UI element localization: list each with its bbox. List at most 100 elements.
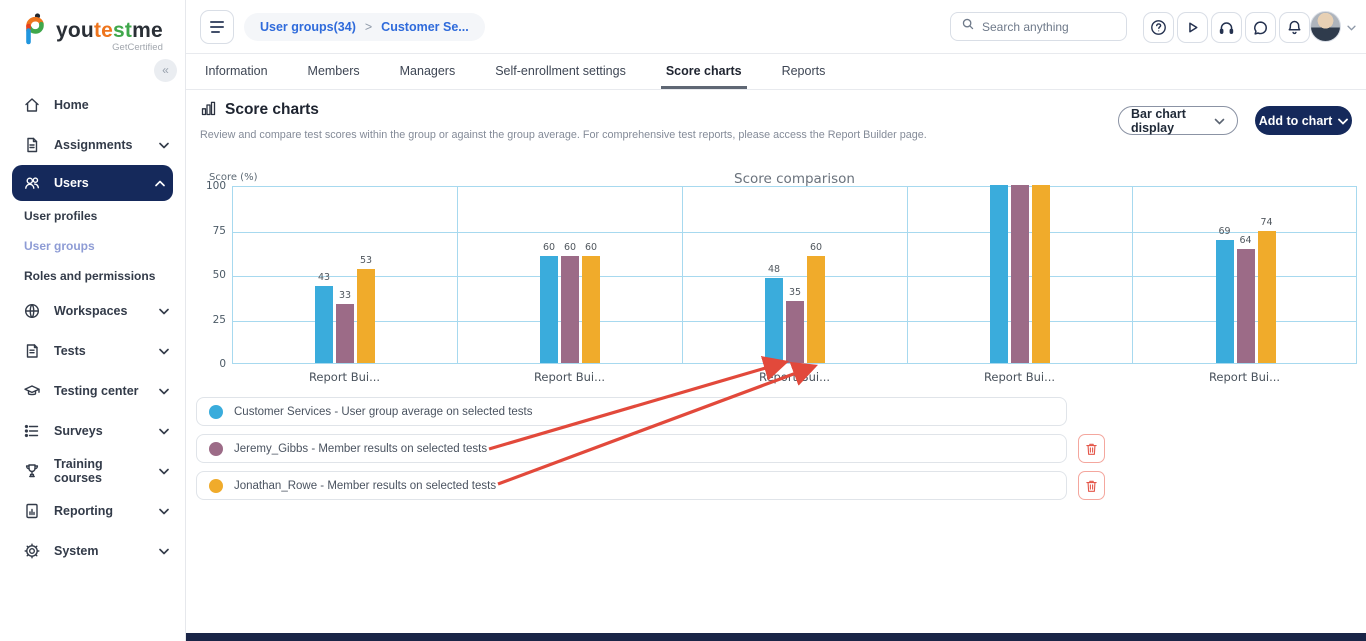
- chevron-down-icon: [159, 388, 169, 395]
- chart-bar[interactable]: [1258, 231, 1276, 363]
- search-input[interactable]: [982, 20, 1112, 34]
- breadcrumb-current-group[interactable]: Customer Se...: [381, 20, 469, 34]
- category-label: Report Bui...: [682, 370, 907, 384]
- bar-group: 43: [315, 272, 333, 363]
- page-title: Score charts: [225, 101, 319, 119]
- tab-information[interactable]: Information: [200, 54, 273, 89]
- chart-bar[interactable]: [1237, 249, 1255, 363]
- legend-item[interactable]: Jeremy_Gibbs - Member results on selecte…: [196, 434, 1067, 463]
- collapse-sidebar-button[interactable]: «: [154, 59, 177, 82]
- chart-bar[interactable]: [357, 269, 375, 363]
- bar-group: 35: [786, 287, 804, 363]
- legend-item[interactable]: Jonathan_Rowe - Member results on select…: [196, 471, 1067, 500]
- bar-value-label: 74: [1260, 217, 1272, 228]
- sidebar-item-user-groups[interactable]: User groups: [0, 231, 185, 261]
- bar-value-label: 43: [318, 272, 330, 283]
- brand-tagline: GetCertified: [56, 42, 163, 53]
- support-icon: [1218, 19, 1235, 36]
- chevron-down-icon: [159, 428, 169, 435]
- chat-button[interactable]: [1245, 12, 1276, 43]
- users-icon: [23, 174, 41, 192]
- tab-bar: Information Members Managers Self-enrollmen…: [186, 54, 1366, 90]
- hamburger-icon: [210, 21, 224, 23]
- bar-group: 53: [357, 255, 375, 363]
- chart-bar[interactable]: [807, 256, 825, 363]
- search-icon: [961, 17, 975, 36]
- tab-self-enrollment-settings[interactable]: Self-enrollment settings: [490, 54, 631, 89]
- chart-bar[interactable]: [786, 301, 804, 363]
- notifications-button[interactable]: [1279, 12, 1310, 43]
- legend-entry: Customer Services - User group average o…: [196, 397, 1106, 426]
- sidebar-item-home[interactable]: Home: [0, 85, 185, 125]
- chart-display-select[interactable]: Bar chart display: [1118, 106, 1238, 135]
- chevron-down-icon: [159, 142, 169, 149]
- legend-item[interactable]: Customer Services - User group average o…: [196, 397, 1067, 426]
- series-color-dot: [209, 405, 223, 419]
- sidebar-item-reporting[interactable]: Reporting: [0, 491, 185, 531]
- sidebar-item-workspaces[interactable]: Workspaces: [0, 291, 185, 331]
- chat-icon: [1252, 19, 1269, 36]
- delete-series-button[interactable]: [1078, 434, 1105, 463]
- play-button[interactable]: [1177, 12, 1208, 43]
- breadcrumb-user-groups[interactable]: User groups(34): [260, 20, 356, 34]
- tab-score-charts[interactable]: Score charts: [661, 54, 747, 89]
- y-tick-label: 75: [186, 225, 226, 237]
- user-menu[interactable]: [1310, 11, 1356, 42]
- sidebar-item-system[interactable]: System: [0, 531, 185, 571]
- chart-column: 6964 74: [1133, 187, 1358, 363]
- chart-bar[interactable]: [1011, 185, 1029, 363]
- chart-bar[interactable]: [1032, 185, 1050, 363]
- system-icon: [23, 542, 41, 560]
- chart-column: 483560: [683, 187, 908, 363]
- sidebar-item-tests[interactable]: Tests: [0, 331, 185, 371]
- bar-value-label: 60: [564, 242, 576, 253]
- menu-toggle-button[interactable]: [200, 10, 234, 44]
- sidebar-item-user-profiles[interactable]: User profiles: [0, 201, 185, 231]
- tab-reports[interactable]: Reports: [777, 54, 831, 89]
- bar-value-label: 33: [339, 290, 351, 301]
- surveys-icon: [23, 422, 41, 440]
- category-label: Report Bui...: [907, 370, 1132, 384]
- tab-managers[interactable]: Managers: [395, 54, 461, 89]
- sidebar-item-users[interactable]: Users: [12, 165, 173, 201]
- tab-members[interactable]: Members: [303, 54, 365, 89]
- chart-bar[interactable]: [765, 278, 783, 363]
- support-button[interactable]: [1211, 12, 1242, 43]
- testing-center-icon: [23, 382, 41, 400]
- bar-group: 69: [1216, 226, 1234, 363]
- sidebar-item-surveys[interactable]: Surveys: [0, 411, 185, 451]
- legend-entry: Jonathan_Rowe - Member results on select…: [196, 471, 1106, 500]
- chevron-down-icon: [159, 468, 169, 475]
- series-color-dot: [209, 442, 223, 456]
- chart-bar[interactable]: [336, 304, 354, 363]
- category-label: Report Bui...: [232, 370, 457, 384]
- chevron-up-icon: [155, 180, 165, 187]
- delete-series-button[interactable]: [1078, 471, 1105, 500]
- bar-group: 64: [1237, 235, 1255, 363]
- chart-bar[interactable]: [540, 256, 558, 363]
- bar-group: 60: [582, 242, 600, 363]
- chart-bar[interactable]: [315, 286, 333, 363]
- bar-group: 60: [807, 242, 825, 363]
- assignments-icon: [23, 136, 41, 154]
- chart-yticks: 0255075100: [186, 186, 226, 364]
- chart-plot: 433353606060483560696474: [232, 186, 1357, 364]
- sidebar-item-testing-center[interactable]: Testing center: [0, 371, 185, 411]
- brand-wordmark: youtestme GetCertified: [56, 20, 163, 53]
- chart-bar[interactable]: [990, 185, 1008, 363]
- category-label: Report Bui...: [457, 370, 682, 384]
- footer-bar: [186, 633, 1366, 641]
- chart-bar[interactable]: [1216, 240, 1234, 363]
- chevron-down-icon: [159, 508, 169, 515]
- chart-bar[interactable]: [582, 256, 600, 363]
- home-icon: [23, 96, 41, 114]
- help-button[interactable]: [1143, 12, 1174, 43]
- bar-cluster: [990, 185, 1050, 363]
- chart-bar[interactable]: [561, 256, 579, 363]
- breadcrumb: User groups(34) > Customer Se...: [244, 13, 485, 41]
- sidebar-item-assignments[interactable]: Assignments: [0, 125, 185, 165]
- sidebar-item-roles-and-permissions[interactable]: Roles and permissions: [0, 261, 185, 291]
- add-to-chart-button[interactable]: Add to chart: [1255, 106, 1352, 135]
- page-subtitle: Review and compare test scores within th…: [200, 129, 927, 141]
- sidebar-item-training-courses[interactable]: Training courses: [0, 451, 185, 491]
